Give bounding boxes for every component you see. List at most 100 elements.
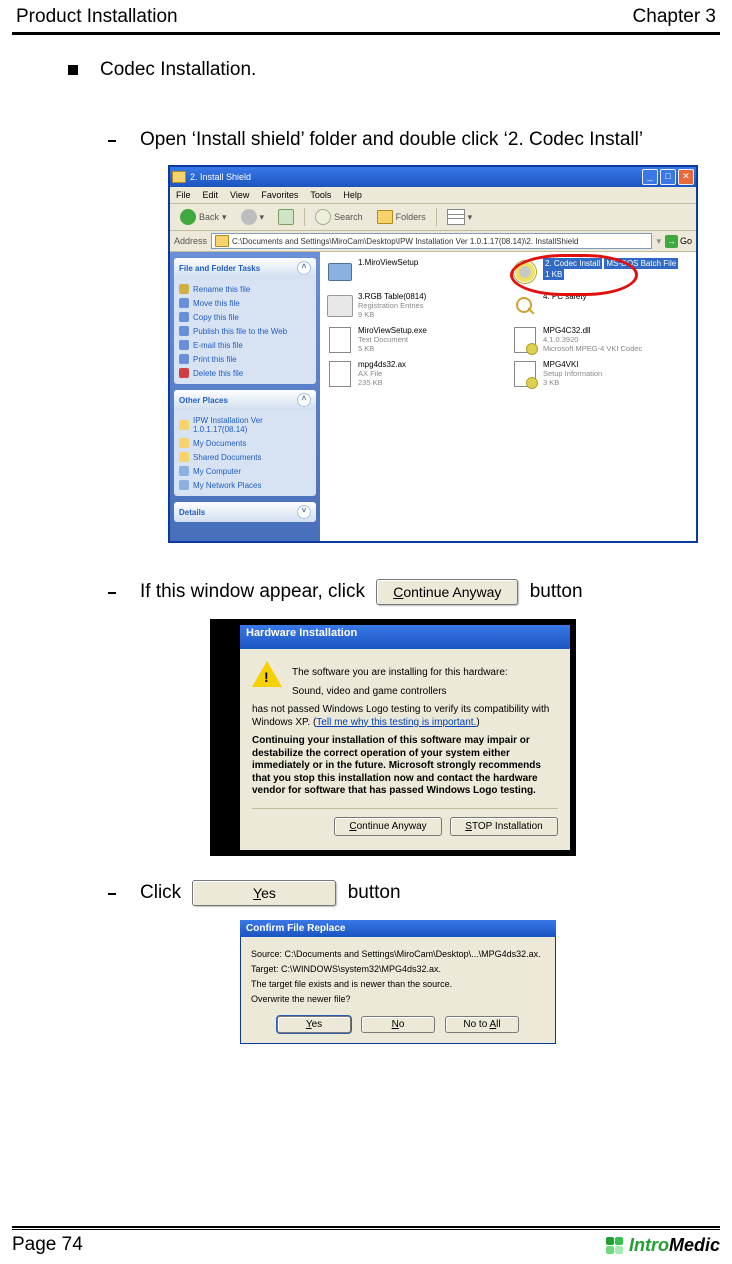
task-item[interactable]: Copy this file [179,310,311,324]
inf-icon [514,361,536,387]
task-item[interactable]: Print this file [179,352,311,366]
folders-button[interactable]: Folders [373,208,430,226]
dialog-warning-text: Continuing your installation of this sof… [252,735,558,798]
task-item[interactable]: Delete this file [179,366,311,380]
menu-file[interactable]: File [176,190,191,200]
place-item[interactable]: My Network Places [179,478,311,492]
search-button[interactable]: Search [311,207,367,227]
file-item[interactable]: MPG4VKISetup Information3 KB [511,360,690,388]
page-footer: Page 74 IntroMedic [12,1226,720,1256]
menu-tools[interactable]: Tools [310,190,331,200]
bullet-square-icon [68,65,78,75]
forward-button: ▾ [237,207,269,227]
logo-mark-icon [606,1237,623,1254]
address-field[interactable]: C:\Documents and Settings\MiroCam\Deskto… [211,233,652,249]
batch-icon [513,260,537,284]
views-button[interactable]: ▾ [443,207,477,227]
file-item[interactable]: 4. PC safety [511,292,690,320]
menu-favorites[interactable]: Favorites [261,190,298,200]
up-button[interactable] [274,207,298,227]
dialog-title: Hardware Installation [240,625,570,649]
dash-icon [108,140,116,142]
dialog-title: Confirm File Replace [240,920,556,937]
task-item[interactable]: Rename this file [179,282,311,296]
address-path: C:\Documents and Settings\MiroCam\Deskto… [232,237,578,246]
dash-icon [108,592,116,594]
confirm-file-replace-dialog: Confirm File Replace Source: C:\Document… [240,920,556,1044]
file-area: 1.MiroViewSetup 2. Codec Install MS-DOS … [320,252,696,541]
reg-icon [327,295,353,317]
address-label: Address [174,236,207,246]
setup-icon [328,263,352,281]
section-title: Codec Installation. [100,59,256,81]
text-doc-icon [329,327,351,353]
details-panel: Details ˅ [174,502,316,522]
address-bar: Address C:\Documents and Settings\MiroCa… [170,231,696,252]
dialog-text: The target file exists and is newer than… [251,979,545,990]
header-right: Chapter 3 [633,6,716,28]
close-icon[interactable]: ✕ [678,169,694,185]
menu-bar: File Edit View Favorites Tools Help [170,187,696,204]
dialog-text: Target: C:\WINDOWS\system32\MPG4ds32.ax. [251,964,545,975]
no-to-all-button[interactable]: No to All [445,1016,519,1033]
dialog-text: Sound, video and game controllers [252,686,558,699]
place-item[interactable]: Shared Documents [179,450,311,464]
warning-icon [252,661,282,691]
yes-button-ref: Yes [192,880,336,906]
brand-logo: IntroMedic [606,1235,720,1256]
explorer-window: 2. Install Shield _ □ ✕ File Edit View F… [168,165,698,543]
menu-view[interactable]: View [230,190,249,200]
tell-me-why-link[interactable]: Tell me why this testing is important. [316,717,476,728]
place-item[interactable]: My Documents [179,436,311,450]
ax-icon [329,361,351,387]
file-item[interactable]: MiroViewSetup.exeText Document5 KB [326,326,505,354]
magnifier-icon [514,295,536,317]
panel-title: File and Folder Tasks [179,264,260,273]
page-number: Page 74 [12,1234,83,1256]
file-item-codec-install[interactable]: 2. Codec Install MS-DOS Batch File 1 KB [511,258,690,286]
chevron-up-icon[interactable]: ˄ [297,393,311,407]
dash-icon [108,893,116,895]
back-button[interactable]: Back ▾ [176,207,231,227]
file-tasks-panel: File and Folder Tasks ˄ Rename this file… [174,258,316,384]
panel-title: Details [179,508,205,517]
place-item[interactable]: My Computer [179,464,311,478]
dialog-text: has not passed Windows Logo testing to v… [252,704,558,729]
toolbar: Back ▾ ▾ Search Folders ▾ [170,204,696,231]
header-left: Product Installation [16,6,178,28]
task-item[interactable]: Publish this file to the Web [179,324,311,338]
task-item[interactable]: Move this file [179,296,311,310]
minimize-icon[interactable]: _ [642,169,658,185]
chevron-up-icon[interactable]: ˄ [297,261,311,275]
go-arrow-icon: → [665,235,678,248]
file-item[interactable]: 1.MiroViewSetup [326,258,505,286]
dialog-text: Source: C:\Documents and Settings\MiroCa… [251,949,545,960]
step-2-text: If this window appear, click Continue An… [140,579,720,605]
step-1-text: Open ‘Install shield’ folder and double … [140,129,720,151]
go-button[interactable]: → Go [665,235,692,248]
file-item[interactable]: MPG4C32.dll4.1.0.3920Microsoft MPEG-4 VK… [511,326,690,354]
place-item[interactable]: IPW Installation Ver 1.0.1.17(08.14) [179,414,311,436]
yes-button[interactable]: Yes [277,1016,351,1033]
menu-edit[interactable]: Edit [203,190,219,200]
continue-anyway-button[interactable]: Continue Anyway [334,817,442,836]
dialog-text: Overwrite the newer file? [251,994,545,1005]
panel-title: Other Places [179,396,228,405]
stop-installation-button[interactable]: STOP Installation [450,817,558,836]
window-title: 2. Install Shield [190,172,251,182]
menu-help[interactable]: Help [343,190,362,200]
task-item[interactable]: E-mail this file [179,338,311,352]
hw-dialog-wrap: Hardware Installation The software you a… [210,619,576,856]
chevron-down-icon[interactable]: ˅ [297,505,311,519]
no-button[interactable]: No [361,1016,435,1033]
dialog-text: The software you are installing for this… [252,667,558,680]
folder-icon [215,235,229,247]
maximize-icon[interactable]: □ [660,169,676,185]
other-places-panel: Other Places ˄ IPW Installation Ver 1.0.… [174,390,316,496]
continue-anyway-button-ref: Continue Anyway [376,579,518,605]
window-titlebar: 2. Install Shield _ □ ✕ [170,167,696,187]
file-item[interactable]: mpg4ds32.axAX File235 KB [326,360,505,388]
hardware-installation-dialog: Hardware Installation The software you a… [240,625,570,850]
file-item[interactable]: 3.RGB Table(0814)Registration Entries9 K… [326,292,505,320]
dll-icon [514,327,536,353]
